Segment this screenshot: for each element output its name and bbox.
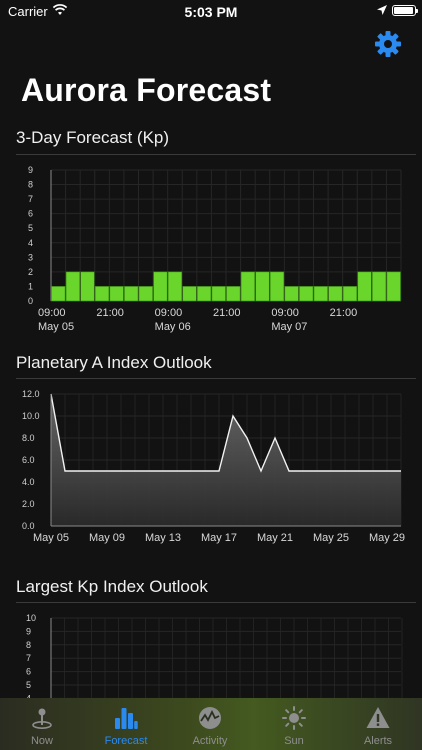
- kp-bar: [182, 286, 197, 302]
- y-tick-label: 9: [28, 165, 33, 175]
- y-tick-label: 4: [28, 238, 33, 248]
- a-index-title: Planetary A Index Outlook: [16, 353, 212, 372]
- y-tick-label: 7: [28, 194, 33, 204]
- y-tick-label: 9: [26, 626, 31, 636]
- y-tick-label: 12.0: [22, 389, 40, 399]
- kp-bar: [138, 286, 153, 302]
- location-arrow-icon: [377, 5, 387, 15]
- y-tick-label: 5: [28, 223, 33, 233]
- kp-bar: [197, 286, 212, 302]
- kp-bar: [357, 271, 372, 302]
- page-title: Aurora Forecast: [21, 72, 272, 108]
- y-tick-label: 8: [26, 640, 31, 650]
- status-time: 5:03 PM: [184, 4, 238, 20]
- x-tick-time: 21:00: [96, 307, 124, 319]
- x-tick-time: 09:00: [155, 307, 183, 319]
- kp-bar: [226, 286, 241, 302]
- kp-bar: [167, 271, 183, 302]
- tab-label: Activity: [192, 735, 228, 747]
- x-tick-label: May 25: [313, 532, 349, 544]
- y-tick-label: 6.0: [22, 455, 35, 465]
- bar-chart-icon: [115, 708, 138, 729]
- kp-bar: [109, 286, 124, 302]
- kp-bar: [269, 271, 285, 302]
- y-tick-label: 3: [28, 252, 33, 262]
- a-index-svg: 0.0 2.0 4.0 6.0 8.0 10.0 12.0 May 05 May 09 May 1…: [22, 389, 405, 544]
- x-tick-time: 09:00: [38, 307, 66, 319]
- section-divider: [16, 602, 416, 603]
- kp-bar: [153, 271, 168, 302]
- section-divider: [16, 378, 416, 379]
- tab-forecast[interactable]: Forecast: [84, 698, 168, 750]
- tab-label: Forecast: [104, 735, 148, 747]
- x-tick-date: May 06: [155, 321, 191, 333]
- x-tick-label: May 09: [89, 532, 125, 544]
- y-tick-label: 6: [26, 667, 31, 677]
- y-tick-label: 7: [26, 653, 31, 663]
- largest-kp-svg: 45678910: [26, 613, 403, 698]
- x-tick-label: May 21: [257, 532, 293, 544]
- y-tick-label: 5: [26, 680, 31, 690]
- warning-icon: [366, 707, 390, 728]
- tab-label: Now: [30, 735, 53, 747]
- kp-forecast-title: 3-Day Forecast (Kp): [16, 128, 170, 147]
- y-tick-label: 0.0: [22, 521, 35, 531]
- kp-bar: [240, 271, 255, 302]
- y-tick-label: 10.0: [22, 411, 40, 421]
- kp-bar: [386, 271, 401, 302]
- tab-sun[interactable]: Sun: [252, 698, 336, 750]
- kp-bar: [328, 286, 343, 302]
- tab-now[interactable]: Now: [0, 698, 84, 750]
- tab-bar: Now Forecast Activity Sun Alerts: [0, 698, 422, 750]
- y-tick-label: 6: [28, 209, 33, 219]
- x-tick-date: May 07: [271, 321, 307, 333]
- activity-gauge-icon: [199, 707, 221, 729]
- section-divider: [16, 154, 416, 155]
- x-tick-time: 21:00: [330, 307, 358, 319]
- x-tick-label: May 29: [369, 532, 405, 544]
- y-tick-label: 1: [28, 281, 33, 291]
- x-tick-date: May 05: [38, 321, 74, 333]
- a-index-chart: 0.0 2.0 4.0 6.0 8.0 10.0 12.0 May 05 May 09 May 1…: [0, 382, 422, 552]
- gear-icon[interactable]: [374, 30, 402, 58]
- largest-kp-title: Largest Kp Index Outlook: [16, 577, 208, 596]
- kp-bar: [211, 286, 226, 302]
- kp-forecast-chart: 0 1 2 3 4 5 6 7 8 9 09:00 May 05 21:00 09:00 May 06 21:…: [0, 158, 422, 338]
- kp-bar: [80, 271, 95, 302]
- kp-bar: [372, 271, 387, 302]
- battery-icon: [392, 5, 418, 16]
- y-tick-label: 2.0: [22, 499, 35, 509]
- status-bar: Carrier 5:03 PM: [0, 0, 422, 24]
- y-tick-label: 8.0: [22, 433, 35, 443]
- kp-bar: [284, 286, 299, 302]
- kp-bar: [313, 286, 328, 302]
- x-tick-time: 09:00: [271, 307, 299, 319]
- y-tick-label: 10: [26, 613, 36, 623]
- y-tick-label: 2: [28, 267, 33, 277]
- kp-bar: [94, 286, 110, 302]
- x-tick-label: May 05: [33, 532, 69, 544]
- y-tick-label: 8: [28, 180, 33, 190]
- y-tick-label: 4.0: [22, 477, 35, 487]
- kp-bar: [255, 271, 270, 302]
- kp-bar: [65, 271, 80, 302]
- kp-bar: [51, 286, 66, 302]
- kp-bar: [124, 286, 139, 302]
- tab-label: Sun: [284, 735, 304, 747]
- sun-icon: [282, 706, 306, 730]
- x-tick-time: 21:00: [213, 307, 241, 319]
- y-tick-label: 0: [28, 296, 33, 306]
- kp-forecast-svg: 0 1 2 3 4 5 6 7 8 9 09:00 May 05 21:00 09:00 May 06 21:…: [28, 165, 402, 333]
- largest-kp-chart: 45678910: [0, 606, 422, 698]
- x-tick-label: May 17: [201, 532, 237, 544]
- battery-level: [394, 7, 413, 14]
- kp-bar: [342, 286, 358, 302]
- kp-bar: [299, 286, 314, 302]
- map-pin-icon: [32, 708, 52, 730]
- x-tick-label: May 13: [145, 532, 181, 544]
- tab-alerts[interactable]: Alerts: [336, 698, 420, 750]
- tab-label: Alerts: [363, 735, 393, 747]
- tab-activity[interactable]: Activity: [168, 698, 252, 750]
